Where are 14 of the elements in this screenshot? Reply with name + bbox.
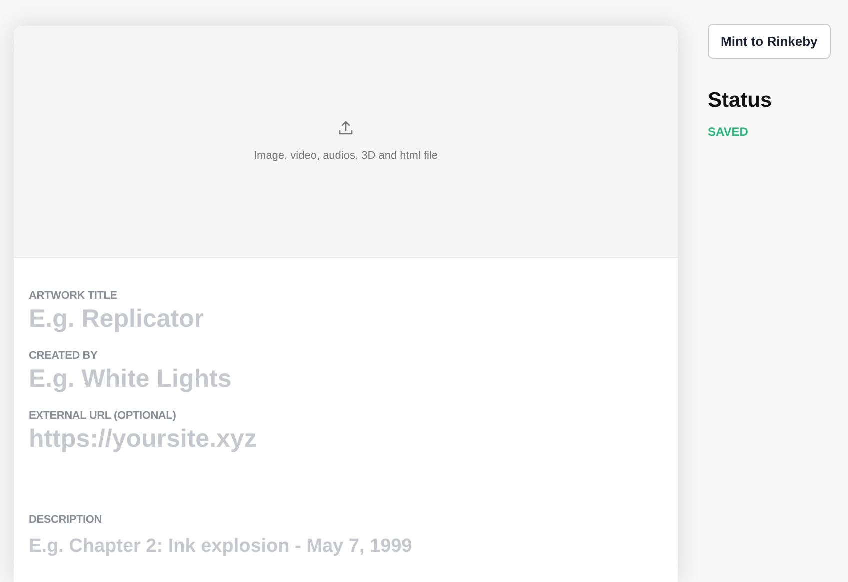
input-field[interactable]: https://yoursite.xyz — [29, 424, 629, 454]
field-label: ARTWORK TITLE — [29, 290, 118, 302]
upload-hint: Image, video, audios, 3D and html file — [254, 150, 438, 162]
mint-button[interactable]: Mint to Rinkeby — [708, 24, 831, 59]
input-field[interactable]: E.g. White Lights — [29, 364, 629, 394]
description-field[interactable]: E.g. Chapter 2: Ink explosion - May 7, 1999 — [29, 536, 629, 562]
upload-icon — [338, 120, 354, 136]
field-label: DESCRIPTION — [29, 514, 103, 526]
input-field[interactable]: E.g. Replicator — [29, 304, 629, 334]
field-label: EXTERNAL URL (OPTIONAL) — [29, 410, 178, 422]
status-value: SAVED — [708, 125, 748, 139]
field-label: CREATED BY — [29, 350, 99, 362]
status-heading: Status — [708, 89, 772, 113]
upload-area[interactable]: Image, video, audios, 3D and html file — [14, 26, 678, 258]
